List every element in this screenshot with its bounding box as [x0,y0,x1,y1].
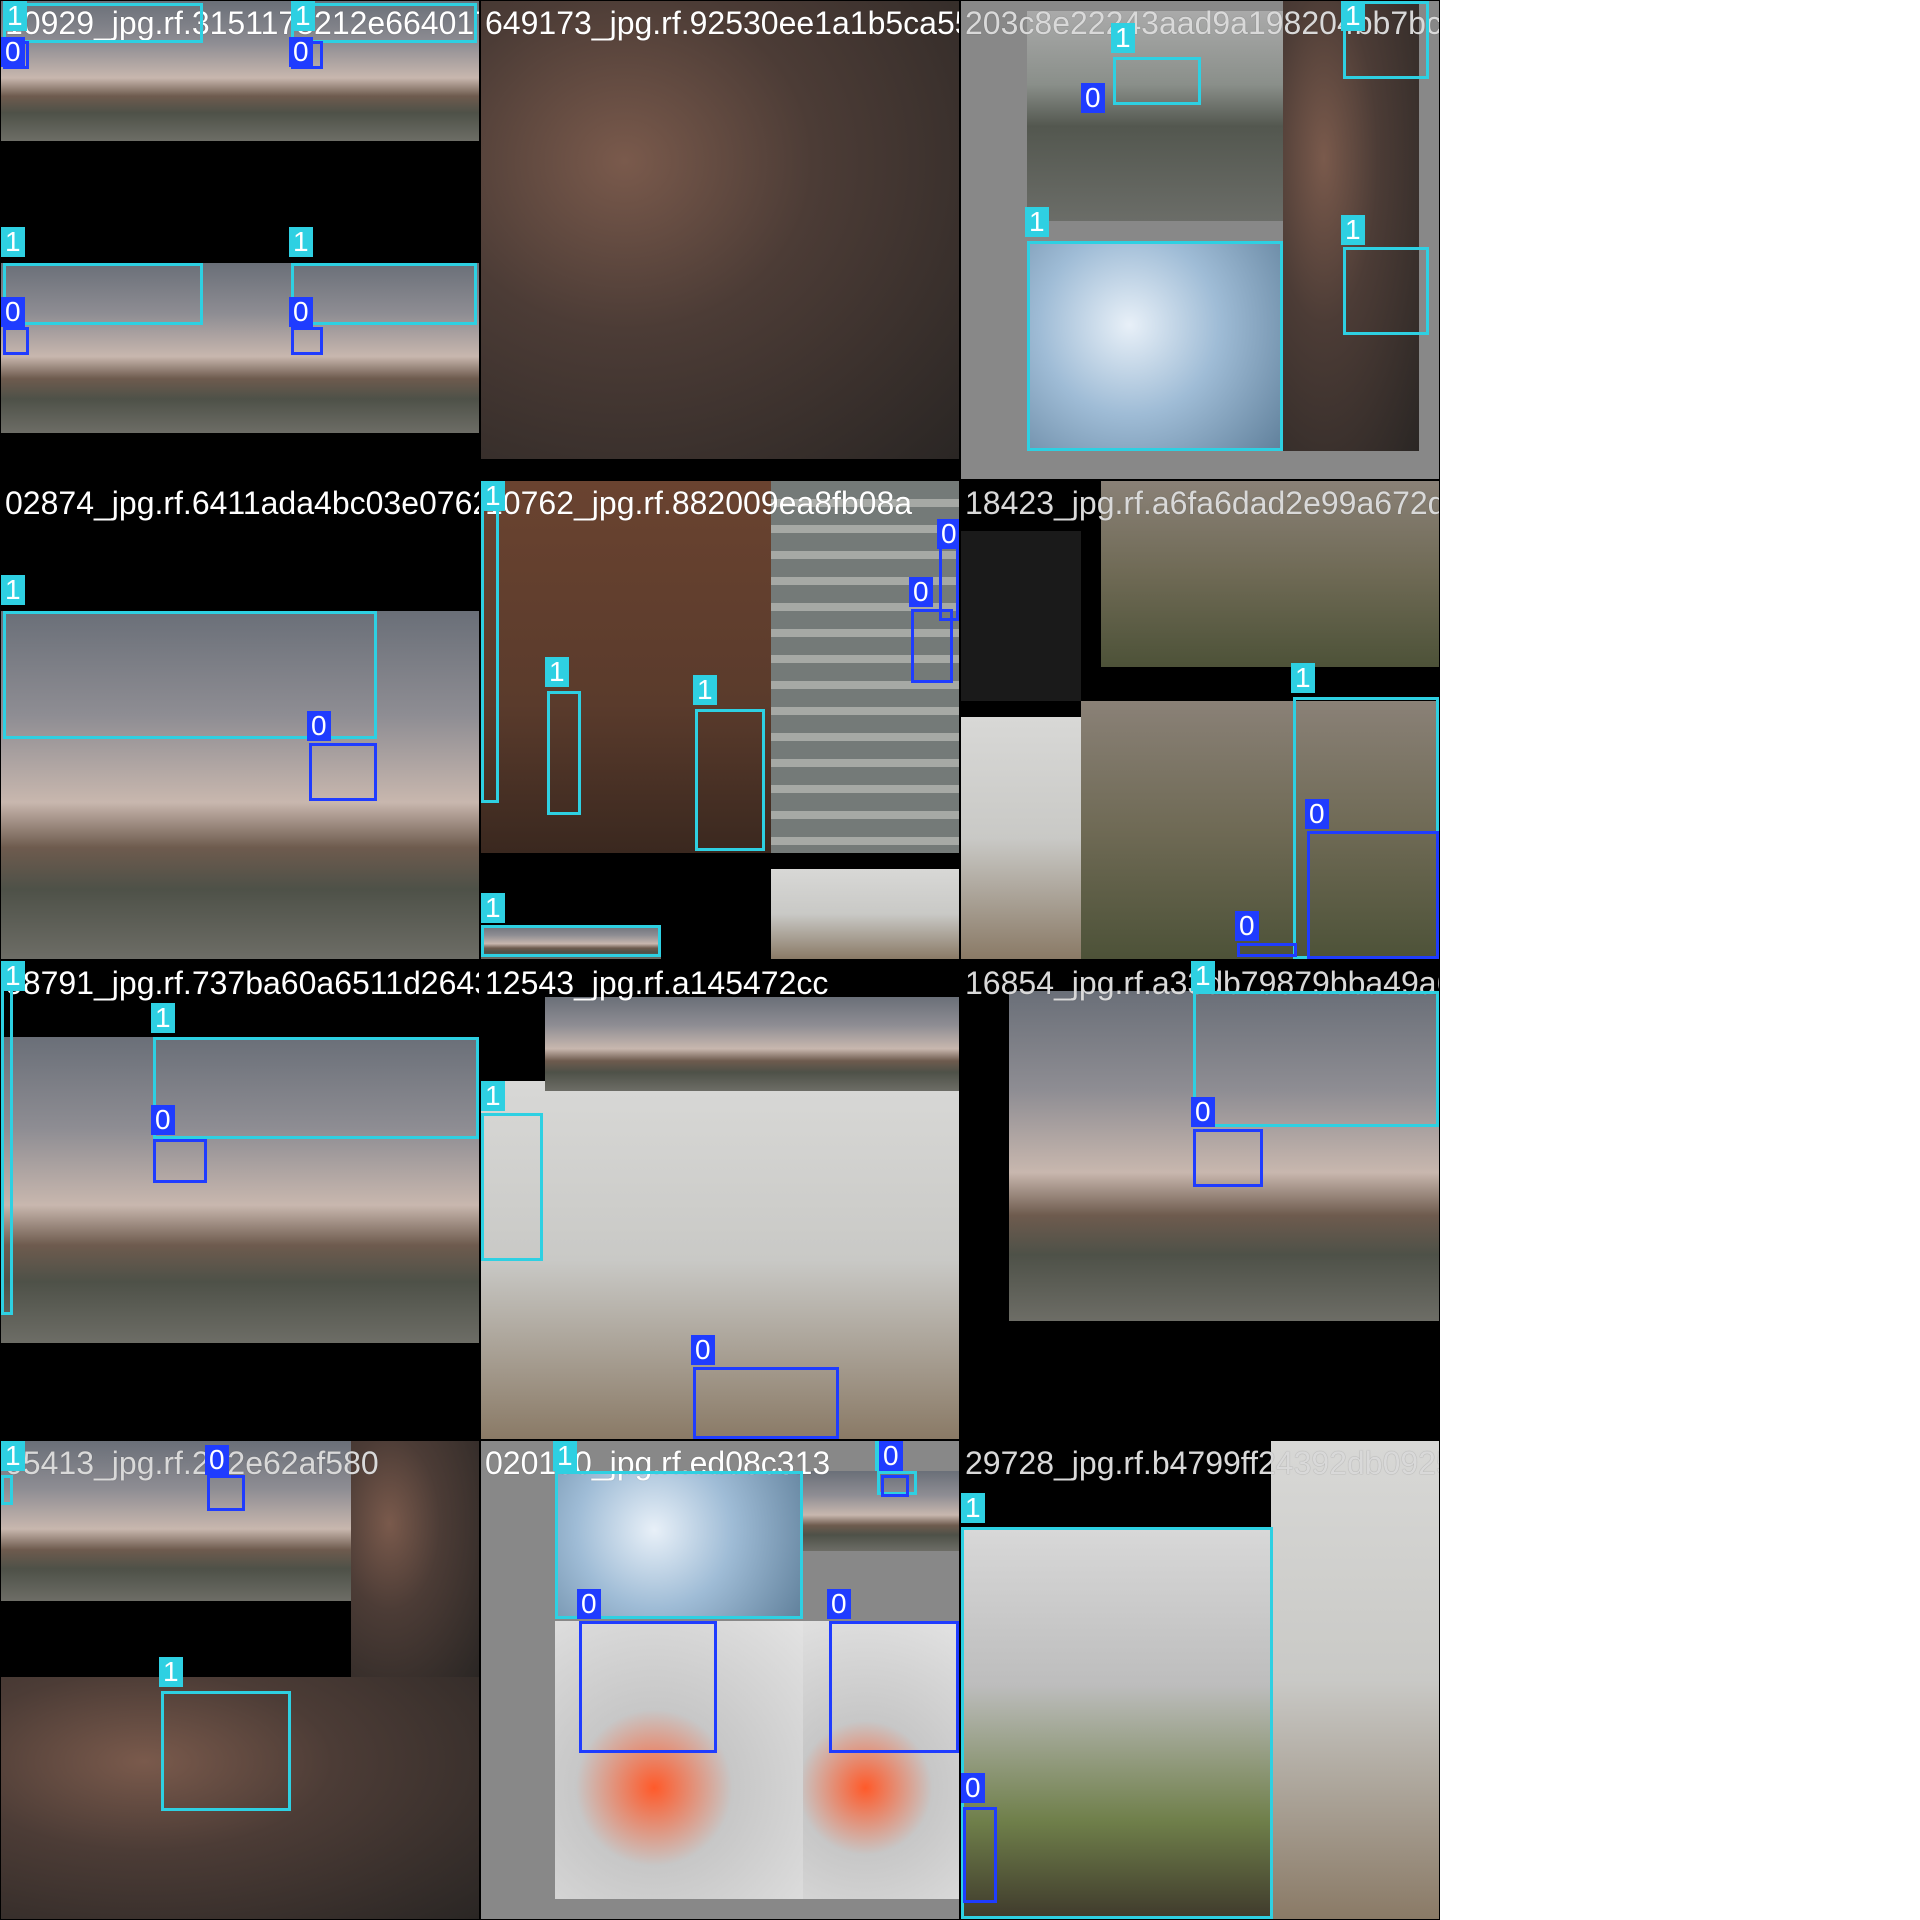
smoke-tag: 1 [1291,663,1315,693]
smoke-tag: 1 [481,893,505,923]
fire-tag: 0 [205,1445,229,1475]
smoke-tag: 1 [1,227,25,257]
fire-tag: 0 [1,37,25,67]
smoke-box [1,1475,13,1505]
fire-tag: 0 [961,1773,985,1803]
smoke-box [1,961,13,1315]
smoke-tag: 1 [481,1081,505,1111]
image-region [961,717,1081,959]
smoke-tag: 1 [1,961,25,991]
fire-tag: 0 [827,1589,851,1619]
smoke-tag: 1 [3,1,27,31]
smoke-box [153,1037,479,1139]
fire-box [153,1139,207,1183]
fire-box [1193,1129,1263,1187]
fire-box [309,743,377,801]
smoke-box [3,3,203,43]
fire-tag: 0 [307,711,331,741]
fire-box [963,1807,997,1903]
smoke-box [1113,57,1201,105]
fire-box [207,1475,245,1511]
smoke-tag: 1 [553,1441,577,1471]
smoke-tag: 1 [1341,1,1365,31]
smoke-box [161,1691,291,1811]
mosaic-tile: 29728_jpg.rf.b4799ff24392db0925143d1f171… [961,1441,1439,1919]
tile-title: 08791_jpg.rf.737ba60a6511d264321023245a1… [5,965,479,1001]
smoke-box [291,3,477,43]
fire-box [3,327,29,355]
smoke-box [3,263,203,325]
smoke-tag: 1 [289,227,313,257]
fire-tag: 0 [289,297,313,327]
mosaic-tile: 16854_jpg.rf.a33db79879bba49a68f81f68b2c… [961,961,1439,1439]
fire-box [1307,831,1439,959]
tile-title: 05413_jpg.rf.232e62af580 [5,1445,379,1481]
smoke-tag: 1 [1191,961,1215,991]
smoke-box [1343,247,1429,335]
mosaic-tile: 02874_jpg.rf.6411ada4bc03e0762_jpg.rf.88… [1,481,479,959]
fire-tag: 0 [1191,1097,1215,1127]
fire-tag: 0 [1,297,25,327]
fire-box [579,1621,717,1753]
mosaic-tile: 203c8e22243aad9a198204bb7bc4f1b9f12b 1 0… [961,1,1439,479]
image-region [1271,1441,1439,1919]
tile-title: 10762_jpg.rf.882009ea8fb08a [485,485,913,521]
mosaic-tile: 18423_jpg.rf.a6fa6dad2e99a672d5d378038 1… [961,481,1439,959]
fire-tag: 0 [1235,911,1259,941]
smoke-tag: 1 [1,1441,25,1471]
tile-title: 649173_jpg.rf.92530ee1a1b5ca5534 [485,5,959,41]
smoke-tag: 1 [481,481,505,511]
fire-tag: 0 [879,1441,903,1471]
smoke-box [961,1527,1273,1919]
tile-title: 18423_jpg.rf.a6fa6dad2e99a672d5d378038 [965,485,1439,521]
fire-tag: 0 [151,1105,175,1135]
smoke-tag: 1 [545,657,569,687]
fire-box [881,1475,909,1497]
tile-title: 02874_jpg.rf.6411ada4bc03e0762_jpg.rf.88… [5,485,479,521]
smoke-tag: 1 [1,575,25,605]
fire-box [291,327,323,355]
smoke-box [695,709,765,851]
smoke-tag: 1 [151,1003,175,1033]
smoke-tag: 1 [159,1657,183,1687]
fire-tag: 0 [1081,83,1105,113]
fire-tag: 0 [1305,799,1329,829]
fire-tag: 0 [691,1335,715,1365]
prediction-mosaic: 10929_jpg.rf.3151178212e6640173_jpg.rf.9… [0,0,1440,1920]
mosaic-tile: 10929_jpg.rf.3151178212e6640173_jpg.rf.9… [1,1,479,479]
fire-box [1237,943,1297,957]
smoke-box [481,499,499,803]
fire-tag: 0 [937,519,959,549]
smoke-tag: 1 [961,1493,985,1523]
mosaic-tile: 0201e0_jpg.rf.ed08c313 1 1 0 0 0 [481,1441,959,1919]
image-region [771,869,959,959]
fire-box [693,1367,839,1439]
fire-tag: 0 [577,1589,601,1619]
mosaic-tile: 08791_jpg.rf.737ba60a6511d264321023245a1… [1,961,479,1439]
mosaic-tile: 12543_jpg.rf.a145472cc 1 0 [481,961,959,1439]
smoke-tag: 1 [291,1,315,31]
image-region [545,997,959,1091]
tile-title: 29728_jpg.rf.b4799ff24392db0925143d1f171 [965,1445,1439,1481]
fire-tag: 0 [909,577,933,607]
smoke-box [1027,241,1283,451]
smoke-tag: 1 [1341,215,1365,245]
image-region [481,1,959,459]
image-region [961,531,1081,701]
mosaic-tile: 05413_jpg.rf.232e62af580 1 0 1 [1,1441,479,1919]
smoke-tag: 1 [1025,207,1049,237]
smoke-box [481,1113,543,1261]
smoke-tag: 1 [693,675,717,705]
mosaic-tile: 649173_jpg.rf.92530ee1a1b5ca5534 [481,1,959,479]
smoke-box [481,925,661,957]
smoke-tag: 1 [1111,23,1135,53]
tile-title: 12543_jpg.rf.a145472cc [485,965,829,1001]
fire-box [829,1621,959,1753]
smoke-box [1193,991,1439,1127]
mosaic-tile: 10762_jpg.rf.882009ea8fb08a 1 1 1 1 0 0 [481,481,959,959]
smoke-box [547,691,581,815]
image-region [1027,11,1283,221]
smoke-box [291,263,477,325]
fire-tag: 0 [289,37,313,67]
